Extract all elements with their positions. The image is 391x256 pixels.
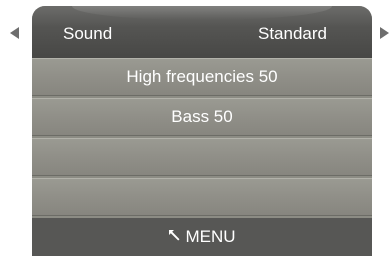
menu-return-button[interactable]: MENU <box>168 217 236 256</box>
sound-mode-header[interactable]: Sound Standard <box>32 6 372 58</box>
left-arrow-icon[interactable] <box>10 27 19 39</box>
menu-return-bar[interactable]: MENU <box>32 218 372 256</box>
right-arrow-icon[interactable] <box>380 27 389 39</box>
menu-item-bass[interactable]: Bass 50 <box>32 98 372 136</box>
return-arrow-icon <box>168 217 181 255</box>
menu-item-high-frequencies[interactable]: High frequencies 50 <box>32 58 372 96</box>
sound-settings-panel: Sound Standard High frequencies 50 Bass … <box>32 6 372 256</box>
header-gloss <box>72 6 332 20</box>
menu-label: MENU <box>185 227 236 246</box>
sound-menu-screen: Sound Standard High frequencies 50 Bass … <box>0 0 391 256</box>
sound-mode-value: Standard <box>258 24 327 43</box>
menu-item-empty <box>32 138 372 176</box>
menu-title: Sound <box>63 24 113 43</box>
menu-item-empty <box>32 178 372 216</box>
